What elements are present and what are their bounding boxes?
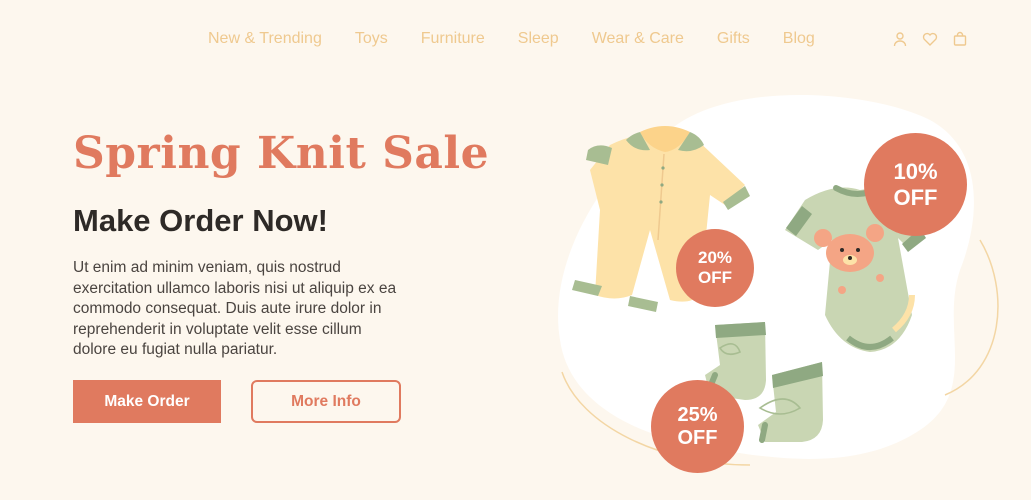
hero-description: Ut enim ad minim veniam, quis nostrud ex…: [73, 259, 397, 358]
discount-badge-20: 20% OFF: [676, 229, 754, 307]
nav-sleep[interactable]: Sleep: [518, 30, 559, 48]
nav-gifts[interactable]: Gifts: [717, 30, 750, 48]
main-nav: New & Trending Toys Furniture Sleep Wear…: [208, 30, 848, 48]
badge-off: OFF: [677, 426, 718, 449]
nav-toys[interactable]: Toys: [355, 30, 388, 48]
badge-percent: 25%: [677, 403, 718, 426]
hero-title: Spring Knit Sale: [73, 128, 490, 179]
nav-furniture[interactable]: Furniture: [421, 30, 485, 48]
more-info-button[interactable]: More Info: [251, 380, 401, 423]
hero-subtitle: Make Order Now!: [73, 203, 328, 238]
nav-blog[interactable]: Blog: [783, 30, 815, 48]
make-order-button[interactable]: Make Order: [73, 380, 221, 423]
bag-icon[interactable]: [952, 31, 968, 47]
user-icon[interactable]: [892, 31, 908, 47]
discount-badge-25: 25% OFF: [651, 380, 744, 473]
heart-icon[interactable]: [922, 31, 938, 47]
badge-off: OFF: [893, 184, 938, 210]
nav-icons: [892, 31, 968, 47]
badge-percent: 10%: [893, 159, 938, 185]
nav-new-trending[interactable]: New & Trending: [208, 30, 322, 48]
discount-badge-10: 10% OFF: [864, 133, 967, 236]
nav-wear-care[interactable]: Wear & Care: [592, 30, 684, 48]
badge-off: OFF: [698, 268, 732, 287]
badge-percent: 20%: [697, 248, 733, 268]
